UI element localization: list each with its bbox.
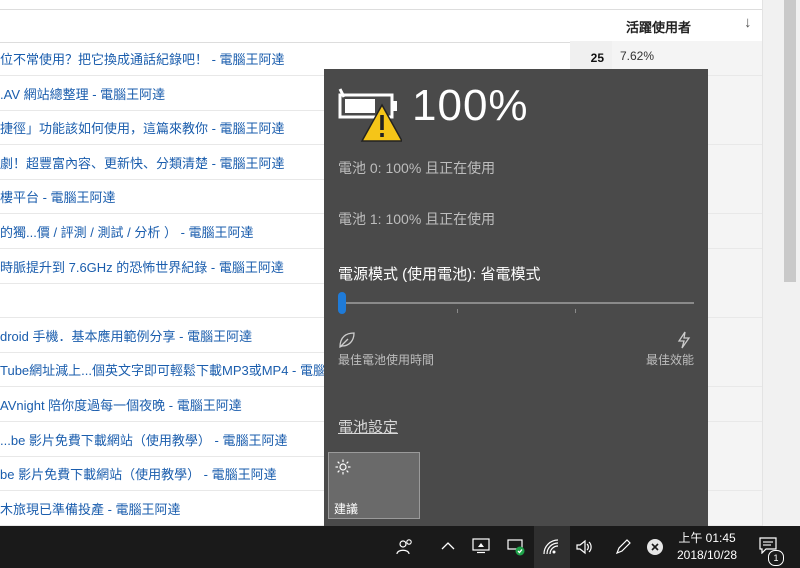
pen-icon[interactable] <box>614 538 632 561</box>
power-mode-slider-thumb[interactable] <box>338 292 346 314</box>
battery-percent: 100% <box>412 81 529 130</box>
power-mode-label: 電源模式 (使用電池): 省電模式 <box>338 266 541 283</box>
close-circle-icon[interactable] <box>646 538 664 561</box>
article-link[interactable]: AVnight 陪你度過每一個夜晚 - 電腦王阿達 <box>0 395 242 414</box>
article-link[interactable]: ...be 影片免費下載網站（使用教學） - 電腦王阿達 <box>0 430 287 449</box>
slider-tick <box>575 309 576 313</box>
article-link[interactable]: droid 手機．基本應用範例分享 - 電腦王阿達 <box>0 326 252 345</box>
sort-arrow-down-icon[interactable]: ↓ <box>744 14 752 31</box>
article-link[interactable]: 劇！超豐富內容、更新快、分類清楚 - 電腦王阿達 <box>0 153 285 172</box>
display-icon[interactable] <box>472 538 490 559</box>
tile-label: 建議 <box>334 502 359 516</box>
table-header: 活躍使用者 ↓ <box>0 9 762 43</box>
battery-settings-link[interactable]: 電池設定 <box>338 416 398 437</box>
active-user-percent: 7.62% <box>620 49 655 63</box>
battery-saver-tile[interactable]: 建議 <box>328 452 420 519</box>
article-link[interactable]: 位不常使用？把它換成通話紀錄吧！ - 電腦王阿達 <box>0 49 285 68</box>
volume-icon[interactable] <box>576 538 594 561</box>
people-icon[interactable] <box>396 538 414 561</box>
notification-count-badge: 1 <box>768 550 784 566</box>
slider-tick <box>457 309 458 313</box>
chevron-up-icon[interactable] <box>440 538 456 559</box>
clock-date[interactable]: 2018/10/28 <box>668 548 746 562</box>
brightness-icon <box>335 459 351 480</box>
article-link[interactable]: 捷徑」功能該如何使用，這篇來教你 - 電腦王阿達 <box>0 118 285 137</box>
column-header-active-users[interactable]: 活躍使用者 <box>626 17 691 36</box>
wifi-icon[interactable] <box>542 538 560 561</box>
article-link[interactable]: Tube網址減上...個英文字即可輕鬆下載MP3或MP4 - 電腦 <box>0 360 326 379</box>
battery-warning-icon <box>338 87 404 148</box>
taskbar: 上午 01:45 2018/10/28 1 <box>0 526 800 568</box>
article-link[interactable]: be 影片免費下載網站（使用教學） - 電腦王阿達 <box>0 464 277 483</box>
wifi-secure-icon[interactable] <box>506 538 526 561</box>
article-link[interactable]: 的獨...價 / 評測 / 測試 / 分析 ） - 電腦王阿達 <box>0 222 254 241</box>
scrollbar-thumb[interactable] <box>784 0 796 282</box>
clock-time[interactable]: 上午 01:45 <box>672 529 742 546</box>
battery-0-status: 電池 0: 100% 且正在使用 <box>338 160 496 176</box>
article-link[interactable]: 樓平台 - 電腦王阿達 <box>0 187 116 206</box>
battery-1-status: 電池 1: 100% 且正在使用 <box>338 211 496 227</box>
best-battery-life-label: 最佳電池使用時間 <box>338 353 435 367</box>
article-link[interactable]: 時脈提升到 7.6GHz 的恐怖世界紀錄 - 電腦王阿達 <box>0 257 284 276</box>
power-mode-slider[interactable] <box>338 302 694 304</box>
best-performance-label: 最佳效能 <box>645 353 694 367</box>
article-link[interactable]: 木旅現已準備投產 - 電腦王阿達 <box>0 499 181 518</box>
battery-flyout: 100% 電池 0: 100% 且正在使用 電池 1: 100% 且正在使用 電… <box>324 69 708 526</box>
article-link[interactable]: .AV 網站總整理 - 電腦王阿達 <box>0 84 165 103</box>
